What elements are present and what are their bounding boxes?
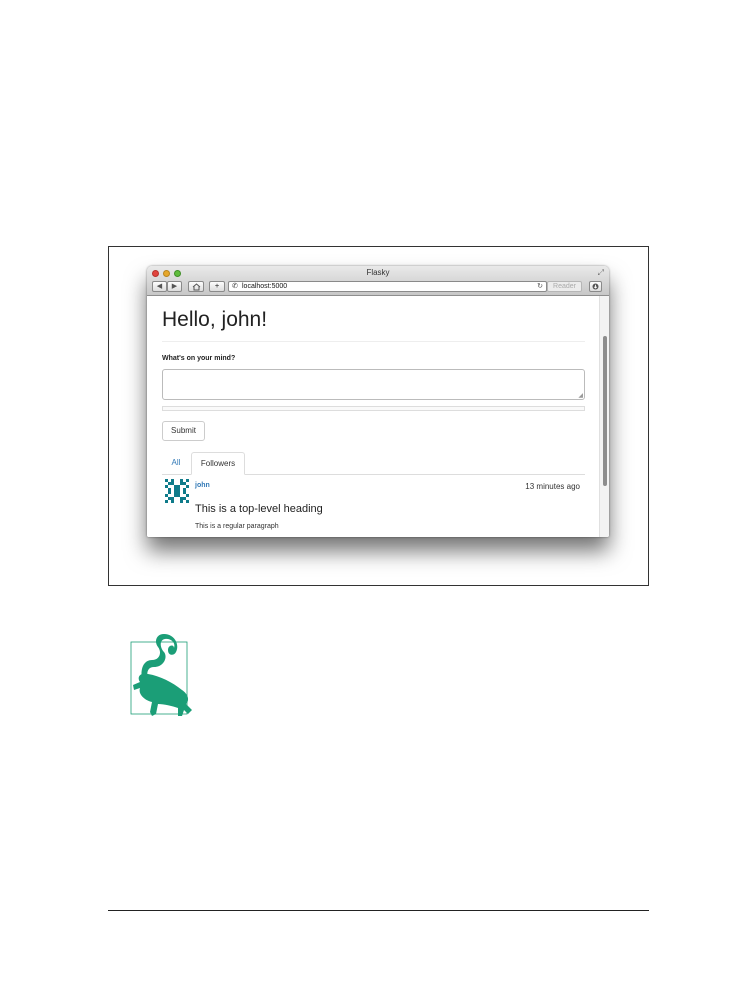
lemur-icon (130, 634, 192, 716)
vertical-scrollbar[interactable] (599, 296, 609, 537)
post-timestamp: 13 minutes ago (525, 482, 580, 491)
page-title: Hello, john! (162, 308, 268, 331)
downloads-button[interactable] (589, 281, 602, 292)
markdown-preview (162, 406, 585, 411)
post-paragraph: This is a regular paragraph (195, 523, 279, 530)
reload-icon[interactable]: ↻ (537, 282, 543, 291)
browser-toolbar: Flasky ⤢ ◀ ▶ + ✆ localhost:5000 ↻ Reader (147, 266, 609, 296)
address-url: localhost:5000 (242, 283, 288, 290)
resize-grip-icon[interactable]: ◢ (578, 393, 583, 399)
avatar[interactable] (165, 479, 189, 503)
forward-arrow-icon: ▶ (171, 283, 178, 290)
forward-button[interactable]: ▶ (167, 281, 182, 292)
submit-button[interactable]: Submit (162, 421, 205, 441)
back-arrow-icon: ◀ (156, 283, 163, 290)
browser-window: Flasky ⤢ ◀ ▶ + ✆ localhost:5000 ↻ Reader… (147, 266, 609, 537)
post-form-label: What's on your mind? (162, 355, 236, 362)
fullscreen-icon[interactable]: ⤢ (598, 268, 604, 278)
plus-icon: + (214, 283, 220, 290)
home-icon (192, 283, 200, 291)
post-author-link[interactable]: john (195, 482, 210, 489)
phone-icon: ✆ (232, 283, 238, 290)
window-title: Flasky (366, 268, 390, 277)
page-content: Hello, john! What's on your mind? ◢ Subm… (147, 296, 599, 537)
footer-rule (108, 910, 649, 911)
title-divider (162, 341, 585, 342)
tab-followers[interactable]: Followers (191, 452, 245, 475)
scrollbar-thumb[interactable] (603, 336, 607, 486)
home-button[interactable] (188, 281, 204, 292)
add-bookmark-button[interactable]: + (209, 281, 225, 292)
address-bar[interactable]: ✆ localhost:5000 ↻ (228, 281, 547, 292)
reader-button[interactable]: Reader (547, 281, 582, 292)
post-body-textarea[interactable]: ◢ (162, 369, 585, 400)
tab-all[interactable]: All (164, 452, 188, 475)
post-heading: This is a top-level heading (195, 503, 323, 515)
back-button[interactable]: ◀ (152, 281, 167, 292)
downloads-icon (592, 283, 599, 290)
